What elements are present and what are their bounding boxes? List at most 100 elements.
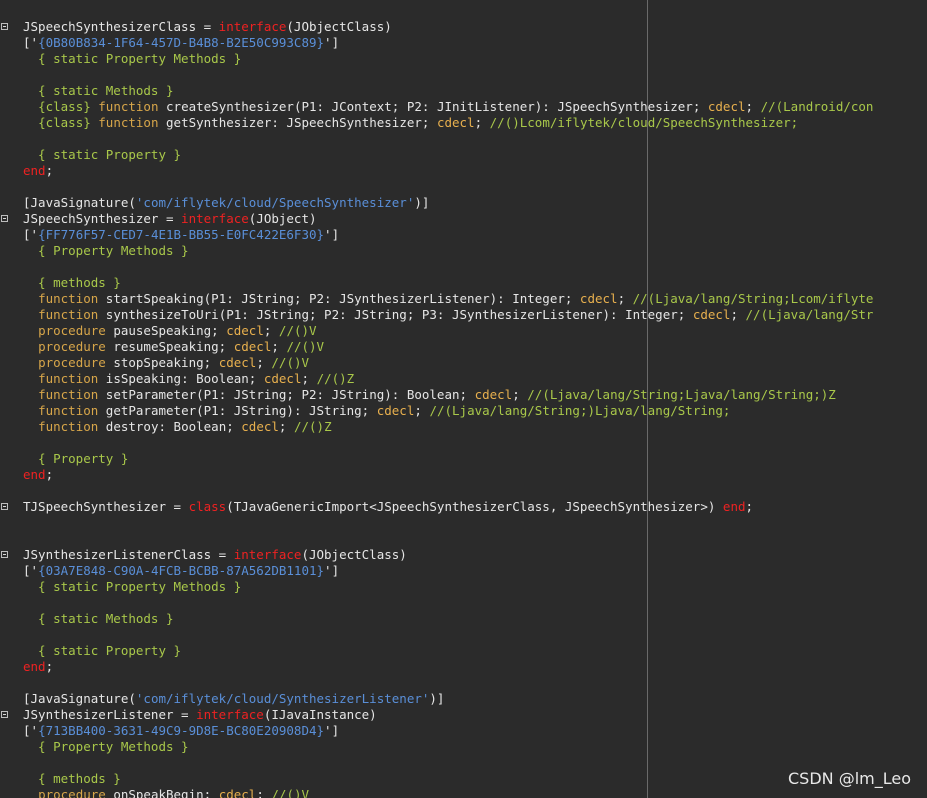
code-text: {class} function getSynthesizer: JSpeech… (23, 115, 798, 131)
code-line[interactable] (0, 259, 927, 275)
code-line[interactable]: { methods } (0, 275, 927, 291)
code-token: procedure (38, 339, 106, 354)
code-token: { static Property } (23, 643, 182, 658)
code-line[interactable]: { Property Methods } (0, 739, 927, 755)
code-token: end (23, 467, 46, 482)
code-token: { static Property } (23, 147, 182, 162)
fold-toggle-icon[interactable] (1, 551, 8, 558)
fold-toggle-icon[interactable] (1, 711, 8, 718)
code-line[interactable]: procedure pauseSpeaking; cdecl; //()V (0, 323, 927, 339)
code-text: { static Property } (23, 147, 181, 163)
code-token: ; (45, 659, 54, 674)
code-token: ; (617, 291, 633, 306)
code-token: [' (23, 723, 39, 738)
code-line[interactable] (0, 515, 927, 531)
code-line[interactable] (0, 131, 927, 147)
code-line[interactable] (0, 483, 927, 499)
code-line[interactable]: ['{713BB400-3631-49C9-9D8E-BC80E20908D4}… (0, 723, 927, 739)
code-text: function isSpeaking: Boolean; cdecl; //(… (23, 371, 354, 387)
code-line[interactable]: function isSpeaking: Boolean; cdecl; //(… (0, 371, 927, 387)
code-line[interactable]: { static Methods } (0, 83, 927, 99)
code-line[interactable]: procedure onSpeakBegin; cdecl; //()V (0, 787, 927, 798)
code-text: JSynthesizerListener = interface(IJavaIn… (23, 707, 377, 723)
code-line[interactable]: { Property Methods } (0, 243, 927, 259)
code-line[interactable] (0, 627, 927, 643)
code-token: ; (256, 355, 272, 370)
code-token: procedure (38, 787, 106, 798)
code-text: { Property Methods } (23, 739, 189, 755)
code-line[interactable]: ['{FF776F57-CED7-4E1B-BB55-E0FC422E6F30}… (0, 227, 927, 243)
code-token: { methods } (23, 275, 121, 290)
code-token: {0B80B834-1F64-457D-B4B8-B2E50C993C89} (38, 35, 325, 50)
code-text: ['{713BB400-3631-49C9-9D8E-BC80E20908D4}… (23, 723, 339, 739)
code-text: {class} function createSynthesizer(P1: J… (23, 99, 873, 115)
code-token: ; (512, 387, 528, 402)
code-token: startSpeaking(P1: JString; P2: JSynthesi… (98, 291, 580, 306)
code-text: end; (23, 467, 53, 483)
code-line[interactable]: procedure stopSpeaking; cdecl; //()V (0, 355, 927, 371)
code-token: { static Methods } (23, 83, 174, 98)
code-editor[interactable]: JSpeechSynthesizerClass = interface(JObj… (0, 0, 927, 798)
code-line[interactable]: end; (0, 467, 927, 483)
code-text: procedure resumeSpeaking; cdecl; //()V (23, 339, 324, 355)
code-line[interactable]: function destroy: Boolean; cdecl; //()Z (0, 419, 927, 435)
code-line[interactable]: { Property } (0, 451, 927, 467)
code-line[interactable]: function startSpeaking(P1: JString; P2: … (0, 291, 927, 307)
code-line[interactable]: { static Property } (0, 147, 927, 163)
code-line[interactable]: [JavaSignature('com/iflytek/cloud/Speech… (0, 195, 927, 211)
code-text: function getParameter(P1: JString): JStr… (23, 403, 730, 419)
code-token: (IJavaInstance) (263, 707, 377, 722)
code-token: [' (23, 227, 39, 242)
code-line[interactable]: ['{0B80B834-1F64-457D-B4B8-B2E50C993C89}… (0, 35, 927, 51)
code-text: { static Property Methods } (23, 579, 241, 595)
code-text: { methods } (23, 275, 121, 291)
code-line[interactable] (0, 67, 927, 83)
fold-toggle-icon[interactable] (1, 23, 8, 30)
code-line[interactable]: JSpeechSynthesizerClass = interface(JObj… (0, 19, 927, 35)
code-token: cdecl (707, 99, 746, 114)
code-line[interactable]: end; (0, 163, 927, 179)
code-line[interactable]: { static Methods } (0, 611, 927, 627)
code-line[interactable]: TJSpeechSynthesizer = class(TJavaGeneric… (0, 499, 927, 515)
fold-toggle-icon[interactable] (1, 503, 8, 510)
code-token: cdecl (218, 355, 257, 370)
code-line[interactable] (0, 675, 927, 691)
code-line[interactable]: function getParameter(P1: JString): JStr… (0, 403, 927, 419)
fold-toggle-icon[interactable] (1, 215, 8, 222)
code-line[interactable]: { static Property Methods } (0, 579, 927, 595)
code-line[interactable]: ['{03A7E848-C90A-4FCB-BCBB-87A562DB1101}… (0, 563, 927, 579)
code-line[interactable] (0, 179, 927, 195)
code-token: isSpeaking: Boolean; (98, 371, 264, 386)
code-token: resumeSpeaking; (105, 339, 234, 354)
code-text: [JavaSignature('com/iflytek/cloud/Speech… (23, 195, 429, 211)
code-line[interactable]: { static Property } (0, 643, 927, 659)
code-line[interactable]: JSynthesizerListenerClass = interface(JO… (0, 547, 927, 563)
code-token: {class} (38, 115, 91, 130)
code-token: ; (730, 307, 746, 322)
code-token: {FF776F57-CED7-4E1B-BB55-E0FC422E6F30} (38, 227, 325, 242)
code-line[interactable]: function setParameter(P1: JString; P2: J… (0, 387, 927, 403)
code-line[interactable]: function synthesizeToUri(P1: JString; P2… (0, 307, 927, 323)
code-line[interactable]: end; (0, 659, 927, 675)
code-text: function startSpeaking(P1: JString; P2: … (23, 291, 873, 307)
code-line[interactable]: JSynthesizerListener = interface(IJavaIn… (0, 707, 927, 723)
code-line[interactable]: {class} function getSynthesizer: JSpeech… (0, 115, 927, 131)
code-text: procedure stopSpeaking; cdecl; //()V (23, 355, 309, 371)
code-line[interactable] (0, 595, 927, 611)
code-line[interactable] (0, 531, 927, 547)
code-line[interactable]: {class} function createSynthesizer(P1: J… (0, 99, 927, 115)
code-token: ; (45, 163, 54, 178)
code-token: JSpeechSynthesizerClass = (23, 19, 219, 34)
code-line[interactable]: procedure resumeSpeaking; cdecl; //()V (0, 339, 927, 355)
code-line[interactable] (0, 435, 927, 451)
code-text: TJSpeechSynthesizer = class(TJavaGeneric… (23, 499, 753, 515)
code-line[interactable]: JSpeechSynthesizer = interface(JObject) (0, 211, 927, 227)
code-token: cdecl (376, 403, 415, 418)
code-line[interactable]: [JavaSignature('com/iflytek/cloud/Synthe… (0, 691, 927, 707)
code-line[interactable]: { static Property Methods } (0, 51, 927, 67)
